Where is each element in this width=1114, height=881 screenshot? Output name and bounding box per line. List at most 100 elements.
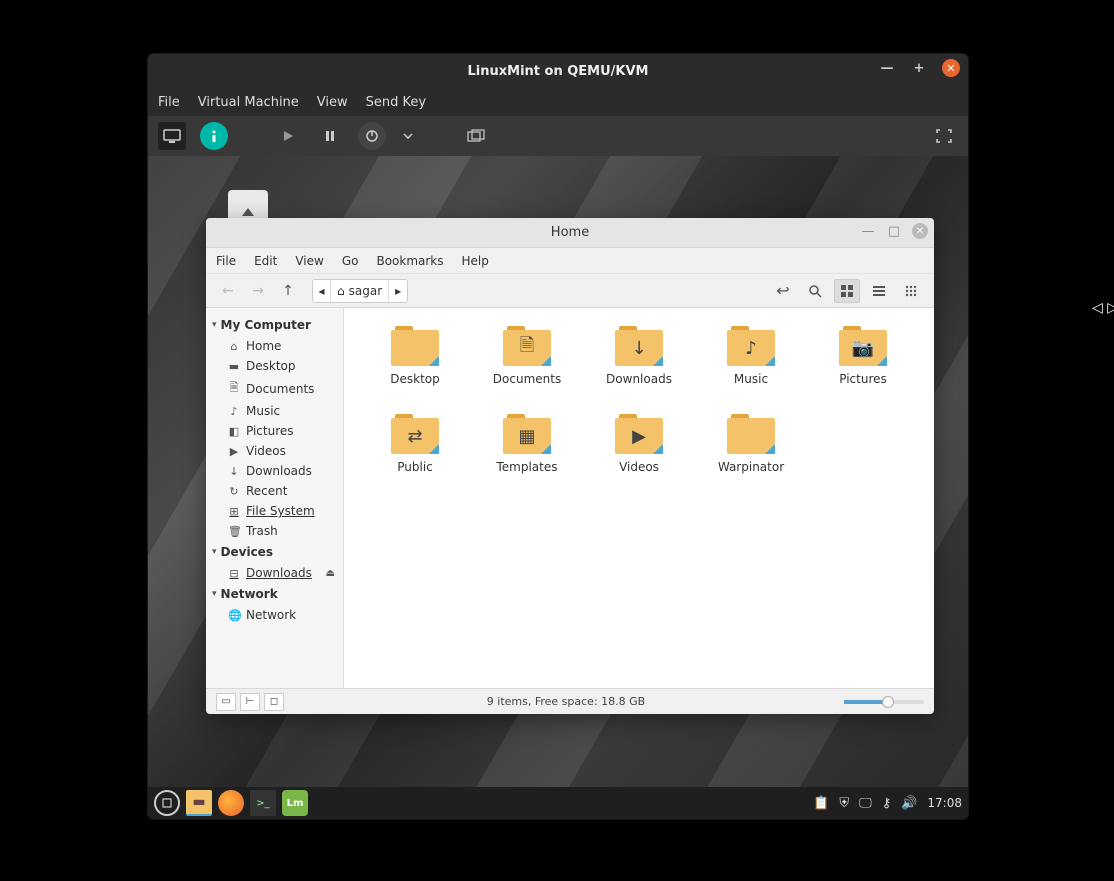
fm-maximize-button[interactable]: □ [886,223,902,239]
sidebar-section-devices[interactable]: Devices [206,541,343,563]
menu-view[interactable]: View [317,95,348,110]
path-user-label: sagar [349,284,383,298]
disk-icon: ⊞ [228,505,240,518]
sidebar-place-videos[interactable]: ▶Videos [206,441,343,461]
fm-menu-edit[interactable]: Edit [254,254,277,268]
tray-clock[interactable]: 17:08 [927,796,962,810]
sidebar-place-music[interactable]: ♪Music [206,401,343,421]
fm-menu-view[interactable]: View [295,254,323,268]
search-button[interactable] [802,279,828,303]
fm-close-button[interactable]: ✕ [912,223,928,239]
sidebar-section-network[interactable]: Network [206,583,343,605]
minimize-button[interactable]: — [878,59,896,77]
eject-icon[interactable]: ⏏ [326,568,335,579]
vm-title: LinuxMint on QEMU/KVM [468,64,649,79]
tray-clipboard-icon[interactable]: 📋 [813,796,829,811]
console-view-button[interactable] [158,122,186,150]
compact-view-button[interactable] [898,279,924,303]
run-button[interactable] [274,122,302,150]
nav-forward-button[interactable]: → [246,279,270,303]
start-menu-button[interactable] [154,790,180,816]
menu-virtual-machine[interactable]: Virtual Machine [198,95,299,110]
fm-titlebar[interactable]: Home — □ ✕ [206,218,934,248]
nav-up-button[interactable]: ↑ [276,279,300,303]
sidebar-network[interactable]: 🌐Network [206,605,343,625]
sidebar-device-downloads[interactable]: ⊟Downloads⏏ [206,563,343,583]
maximize-button[interactable]: + [910,59,928,77]
sidebar-place-home[interactable]: ⌂Home [206,336,343,356]
tray-shield-icon[interactable]: ⛨ [839,796,849,811]
folder-public[interactable]: ⇄Public [364,414,466,474]
sidebar-section-my-computer[interactable]: My Computer [206,314,343,336]
shutdown-dropdown[interactable] [400,122,416,150]
vm-toolbar [148,116,968,156]
sidebar-place-recent[interactable]: ↻Recent [206,481,343,501]
sidebar-place-filesystem[interactable]: ⊞File System [206,501,343,521]
tree-toggle-button[interactable]: ⊢ [240,693,260,711]
desktop-icon: ▬ [228,360,240,373]
music-icon: ♪ [228,405,240,418]
globe-icon: 🌐 [228,609,240,622]
sidebar-place-desktop[interactable]: ▬Desktop [206,356,343,376]
folder-downloads[interactable]: ↓Downloads [588,326,690,386]
fm-menu-help[interactable]: Help [462,254,489,268]
icon-view-button[interactable] [834,279,860,303]
fm-minimize-button[interactable]: — [860,223,876,239]
nav-back-button[interactable]: ← [216,279,240,303]
folder-music[interactable]: ♪Music [700,326,802,386]
fm-content[interactable]: Desktop 🗎Documents ↓Downloads ♪Music 📷Pi… [344,308,934,688]
close-sidebar-button[interactable]: ◻ [264,693,284,711]
path-next-button[interactable]: ▸ [389,280,407,302]
fm-menu-bookmarks[interactable]: Bookmarks [376,254,443,268]
tray-display-icon[interactable]: 🖵 [859,796,872,811]
toggle-location-button[interactable]: ↩ [770,279,796,303]
resize-handle-icon[interactable]: ◁ ▷ [1092,300,1114,316]
sidebar-place-documents[interactable]: 🗎Documents [206,376,343,401]
folder-desktop[interactable]: Desktop [364,326,466,386]
snapshots-button[interactable] [462,122,490,150]
sidebar-place-trash[interactable]: 🗑Trash [206,521,343,541]
status-text: 9 items, Free space: 18.8 GB [288,695,844,708]
fm-statusbar: ▭ ⊢ ◻ 9 items, Free space: 18.8 GB [206,688,934,714]
folder-pictures[interactable]: 📷Pictures [812,326,914,386]
shutdown-button[interactable] [358,122,386,150]
drive-icon: ⊟ [228,567,240,580]
sidebar-place-downloads[interactable]: ↓Downloads [206,461,343,481]
trash-icon: 🗑 [228,525,240,538]
download-icon: ↓ [228,465,240,478]
vm-titlebar[interactable]: LinuxMint on QEMU/KVM — + ✕ [148,54,968,88]
list-view-button[interactable] [866,279,892,303]
sidebar-place-pictures[interactable]: ◧Pictures [206,421,343,441]
document-icon: 🗎 [228,379,240,398]
taskbar-files-button[interactable]: ▬ [186,790,212,816]
taskbar-firefox-button[interactable] [218,790,244,816]
fm-toolbar: ← → ↑ ◂ ⌂ sagar ▸ ↩ [206,274,934,308]
vm-menubar: File Virtual Machine View Send Key [148,88,968,116]
taskbar-terminal-button[interactable]: >_ [250,790,276,816]
home-icon: ⌂ [337,284,345,298]
guest-taskbar: ▬ >_ Lm 📋 ⛨ 🖵 ⚷ 🔊 17:08 [148,787,968,819]
guest-desktop[interactable]: Home — □ ✕ File Edit View Go Bookmarks H… [148,156,968,819]
fm-menu-file[interactable]: File [216,254,236,268]
path-bar: ◂ ⌂ sagar ▸ [312,279,408,303]
zoom-slider[interactable] [844,700,924,704]
fullscreen-button[interactable] [930,122,958,150]
picture-icon: ◧ [228,425,240,438]
taskbar-mint-button[interactable]: Lm [282,790,308,816]
fm-menu-go[interactable]: Go [342,254,359,268]
tray-network-icon[interactable]: ⚷ [882,796,892,811]
details-view-button[interactable] [200,122,228,150]
path-prev-button[interactable]: ◂ [313,280,331,302]
folder-videos[interactable]: ▶Videos [588,414,690,474]
path-home-segment[interactable]: ⌂ sagar [331,280,389,302]
menu-file[interactable]: File [158,95,180,110]
folder-templates[interactable]: ▦Templates [476,414,578,474]
tray-volume-icon[interactable]: 🔊 [901,796,917,811]
close-button[interactable]: ✕ [942,59,960,77]
pause-button[interactable] [316,122,344,150]
file-manager-window: Home — □ ✕ File Edit View Go Bookmarks H… [206,218,934,714]
menu-send-key[interactable]: Send Key [366,95,426,110]
places-toggle-button[interactable]: ▭ [216,693,236,711]
folder-warpinator[interactable]: Warpinator [700,414,802,474]
folder-documents[interactable]: 🗎Documents [476,326,578,386]
